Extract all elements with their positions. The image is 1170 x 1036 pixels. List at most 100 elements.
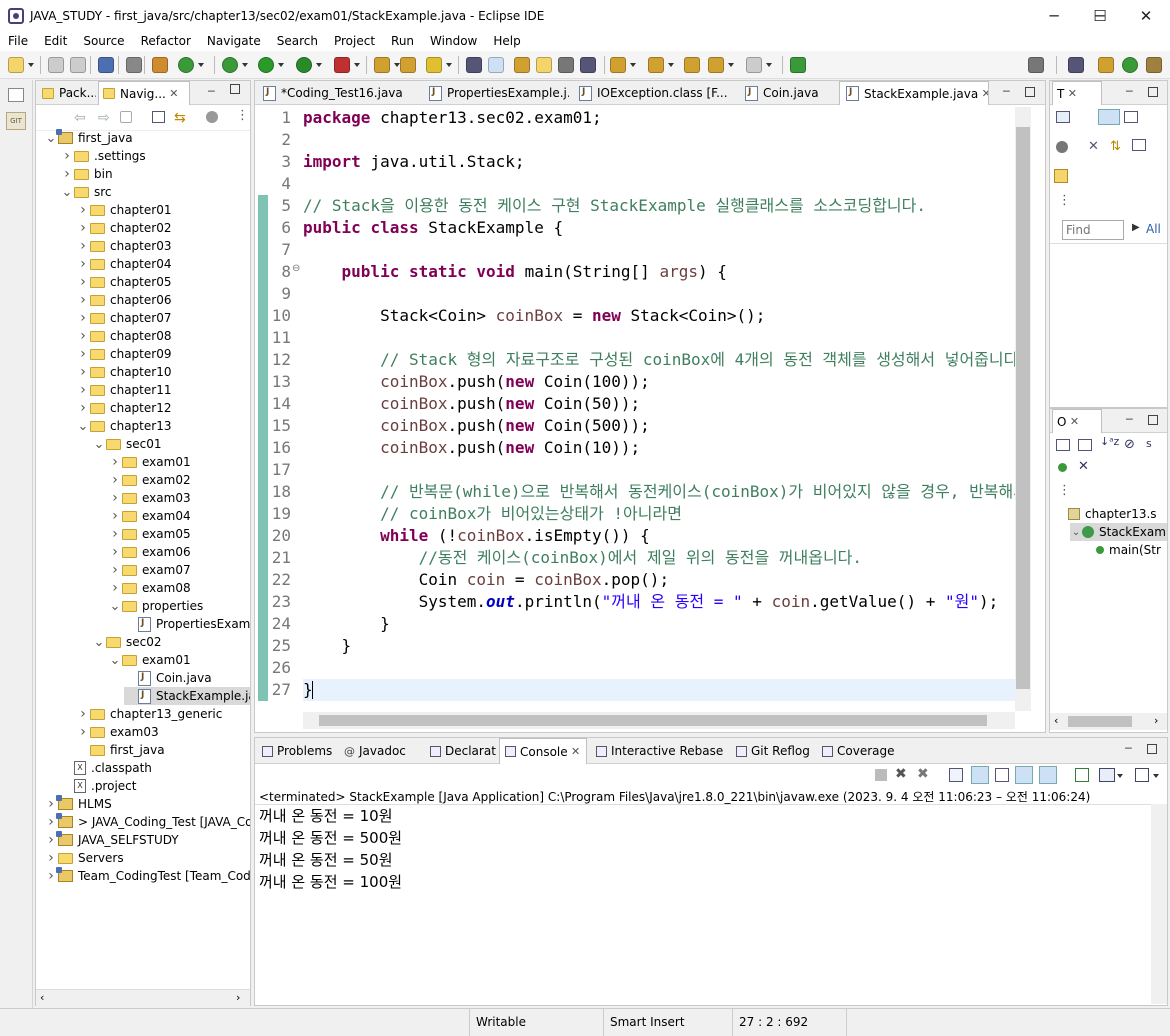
type-view-menu-icon[interactable]: ⋮ [1058,193,1071,208]
dropdown-arrow-icon[interactable] [668,63,674,67]
expanded-chevron-icon[interactable]: ⌄ [108,599,122,614]
build-icon[interactable] [152,57,168,73]
editor-tab[interactable]: StackExample.java✕ [839,81,989,105]
search-icon[interactable] [126,57,142,73]
tab-navigator[interactable]: Navig... ✕ [98,81,190,105]
find-all-link[interactable]: All [1146,222,1161,236]
tree-item[interactable]: › chapter03 [76,237,171,255]
tree-item[interactable]: first_java [76,741,165,759]
menu-edit[interactable]: Edit [36,34,75,48]
new-package-icon[interactable] [374,57,390,73]
open-perspective-icon[interactable] [1068,57,1084,73]
show-stderr-icon[interactable] [1039,766,1057,784]
console-maximize-icon[interactable] [1147,744,1157,754]
menu-run[interactable]: Run [383,34,422,48]
close-outline-tab-icon[interactable]: ✕ [1066,415,1082,428]
bottom-tab[interactable]: @ Javadoc [339,738,423,764]
tree-item[interactable]: ⌄ first_java [44,129,133,147]
last-edit-icon[interactable] [684,57,700,73]
menu-refactor[interactable]: Refactor [133,34,199,48]
dropdown-arrow-icon[interactable] [766,63,772,67]
save-all-icon[interactable] [70,57,86,73]
type-minimize-icon[interactable]: ─ [1126,85,1133,98]
up-icon[interactable] [120,111,132,123]
tree-item[interactable]: ⌄ chapter13 [76,417,172,435]
menu-project[interactable]: Project [326,34,383,48]
bottom-tab[interactable]: Interactive Rebase [591,738,729,764]
tree-item[interactable]: › exam05 [108,525,190,543]
tree-item[interactable]: › chapter02 [76,219,171,237]
restore-icon[interactable] [8,88,24,102]
expanded-chevron-icon[interactable]: ⌄ [108,653,122,668]
bottom-tab[interactable]: Problems [257,738,337,764]
collapsed-chevron-icon[interactable]: › [76,238,90,254]
tree-item[interactable]: ⌄ src [60,183,112,201]
members-icon[interactable] [1056,141,1068,153]
tree-item[interactable]: ⌄ sec02 [92,633,162,651]
collapsed-chevron-icon[interactable]: › [76,202,90,218]
back-icon[interactable]: ⇦ [74,110,86,126]
minimize-view-icon[interactable]: ─ [208,85,215,98]
outline-hscrollbar[interactable]: ‹ › [1050,713,1167,730]
outline-tree-icon[interactable] [1056,439,1070,451]
collapsed-chevron-icon[interactable]: › [108,544,122,560]
editor-minimize-icon[interactable]: ─ [1003,85,1010,98]
dropdown-arrow-icon[interactable] [198,63,204,67]
tree-item[interactable]: › chapter05 [76,273,171,291]
link-editor-icon[interactable]: ⇆ [174,110,186,126]
filters-icon[interactable] [206,111,218,123]
show-whitespace-icon[interactable] [558,57,574,73]
tree-item[interactable]: › chapter08 [76,327,171,345]
outline-item[interactable]: ⌄ StackExamp [1070,523,1167,541]
run-icon[interactable] [258,57,274,73]
editor-maximize-icon[interactable] [1025,87,1035,97]
hide-static-icon[interactable]: s [1146,437,1152,450]
next-annotation-icon[interactable] [610,57,626,73]
outline-maximize-icon[interactable] [1148,415,1158,425]
maximize-button[interactable]: ☐ [1077,0,1123,31]
expanded-chevron-icon[interactable]: ⌄ [92,437,106,452]
tree-item[interactable]: Coin.java [124,669,212,687]
menu-help[interactable]: Help [485,34,528,48]
outline-hscroll-thumb[interactable] [1068,716,1132,727]
bottom-tab[interactable]: Git Reflog [731,738,815,764]
task-icon[interactable] [426,57,442,73]
external-tool-icon[interactable] [334,57,350,73]
outline-view-menu-icon[interactable]: ⋮ [1058,483,1071,498]
tree-item[interactable]: › chapter12 [76,399,171,417]
tree-item[interactable]: › exam03 [76,723,158,741]
dropdown-arrow-icon[interactable] [728,63,734,67]
debug-perspective-icon[interactable] [1122,57,1138,73]
terminal-icon[interactable] [98,57,114,73]
tree-item[interactable]: › Servers [44,849,123,867]
expanded-chevron-icon[interactable]: ⌄ [76,419,90,434]
tree-item[interactable]: › chapter01 [76,201,171,219]
search-toolbar-icon[interactable] [1028,57,1044,73]
collapsed-chevron-icon[interactable]: › [76,382,90,398]
tree-item[interactable]: › HLMS [44,795,112,813]
editor-tab[interactable]: *Coding_Test16.java [257,81,419,105]
vscroll-thumb[interactable] [1016,127,1030,689]
close-type-tab-icon[interactable]: ✕ [1064,87,1080,100]
highlight-icon[interactable] [488,57,504,73]
collapsed-chevron-icon[interactable]: › [44,850,58,866]
collapsed-chevron-icon[interactable]: › [108,526,122,542]
tree-item[interactable]: › chapter06 [76,291,171,309]
clear-console-icon[interactable] [949,768,963,782]
tree-item[interactable]: › exam03 [108,489,190,507]
refresh-icon[interactable] [178,57,194,73]
bottom-tab[interactable]: Declaration [425,738,497,764]
debug-icon[interactable] [222,57,238,73]
editor-vscrollbar[interactable] [1015,107,1031,711]
history-icon[interactable] [1054,169,1068,183]
menu-window[interactable]: Window [422,34,485,48]
dropdown-arrow-icon[interactable] [278,63,284,67]
collapsed-chevron-icon[interactable]: › [108,562,122,578]
outline-chevron-icon[interactable]: ⌄ [1070,527,1082,538]
maximize-view-icon[interactable] [230,84,240,94]
forward-nav-icon[interactable] [746,57,762,73]
dropdown-arrow-icon[interactable] [446,63,452,67]
bottom-tab[interactable]: Console ✕ [499,738,587,764]
tree-item[interactable]: › chapter09 [76,345,171,363]
tree-item[interactable]: › chapter13_generic [76,705,222,723]
